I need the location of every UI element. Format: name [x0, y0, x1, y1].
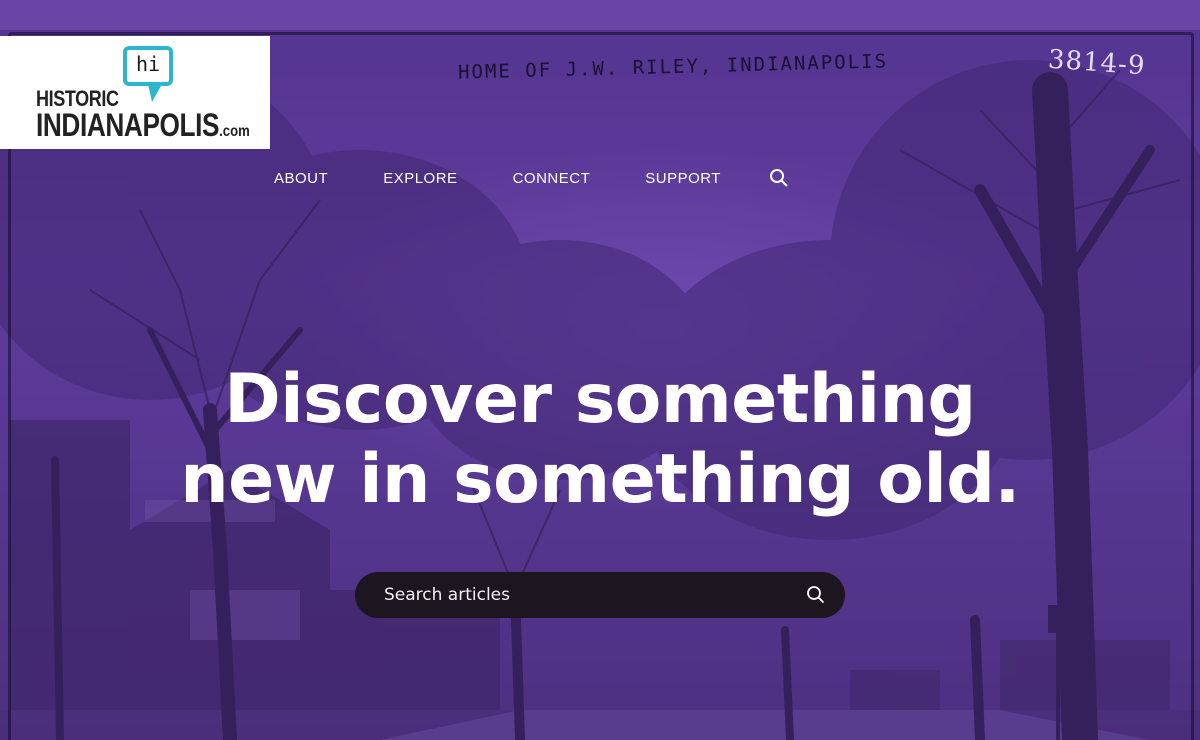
- search-icon: [769, 169, 788, 187]
- hero-headline: Discover something new in something old.: [0, 360, 1200, 520]
- speech-bubble-tail: [148, 84, 162, 102]
- nav-search-icon[interactable]: [769, 168, 789, 188]
- logo-wordmark-indianapolis: INDIANAPOLIS.com: [36, 108, 250, 149]
- street-lamp: [1048, 605, 1068, 633]
- nav-item-support[interactable]: SUPPORT: [645, 170, 721, 187]
- hero-headline-line1: Discover something: [224, 360, 976, 439]
- speech-bubble-icon: hi: [123, 46, 173, 86]
- main-nav: ABOUT EXPLORE CONNECT SUPPORT: [274, 168, 789, 188]
- nav-item-explore[interactable]: EXPLORE: [383, 170, 457, 187]
- search-submit-button[interactable]: [793, 572, 839, 618]
- hero-headline-line2: new in something old.: [180, 440, 1020, 519]
- search-icon: [807, 586, 824, 603]
- logo-bubble-text: hi: [135, 52, 161, 76]
- nav-item-about[interactable]: ABOUT: [274, 170, 328, 187]
- article-search-bar: [355, 572, 845, 618]
- nav-item-connect[interactable]: CONNECT: [513, 170, 591, 187]
- logo-wordmark-suffix: .com: [219, 123, 250, 140]
- site-logo[interactable]: hi HISTORIC INDIANAPOLIS.com: [0, 36, 270, 149]
- logo-wordmark-indianapolis-text: INDIANAPOLIS: [36, 107, 220, 143]
- search-articles-input[interactable]: [355, 572, 793, 618]
